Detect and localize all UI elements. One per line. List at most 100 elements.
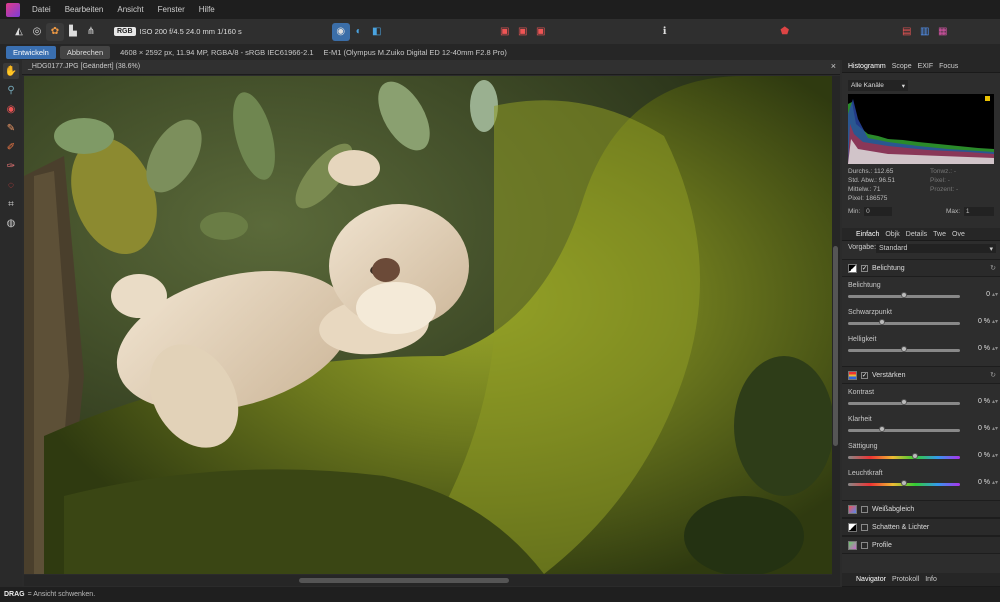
spinner-icon[interactable]: ▴▾ (992, 479, 998, 486)
zoom-tool-icon[interactable]: ⚲ (3, 82, 19, 98)
tab-objektiv[interactable]: Objk (885, 231, 899, 238)
clip-shadows-icon[interactable]: ▣ (496, 23, 514, 41)
slider-track[interactable] (848, 429, 960, 432)
slider-handle[interactable] (878, 319, 885, 325)
stat-label: Mittelw.: (848, 186, 872, 193)
menu-bearbeiten[interactable]: Bearbeiten (65, 5, 104, 14)
gradient-tool-icon[interactable]: ◌ (3, 177, 19, 193)
enhance-slider-row: Klarheit 0 % ▴▾ (842, 413, 1000, 440)
tab-navigator[interactable]: Navigator (856, 576, 886, 583)
crop-tool-icon[interactable]: ⌗ (3, 196, 19, 212)
info-icon[interactable]: ℹ (656, 23, 674, 41)
vertical-scroll-thumb[interactable] (833, 246, 838, 446)
vertical-scrollbar[interactable] (832, 76, 840, 575)
enhance-section-title: Verstärken (872, 371, 906, 379)
slider-value[interactable]: 0 % (966, 425, 990, 432)
view-mirror-icon[interactable]: ◧ (368, 23, 386, 41)
slider-value[interactable]: 0 (966, 291, 990, 298)
red-eye-tool-icon[interactable]: ◉ (3, 101, 19, 117)
channel-select[interactable]: Alle Kanäle ▾ (848, 80, 908, 91)
stat-value: 71 (873, 186, 881, 193)
min-input[interactable]: 0 (864, 207, 893, 216)
document-tab[interactable]: _HDG0177.JPG [Geändert] (38.6%) × (22, 60, 840, 75)
tab-histogram[interactable]: Histogramm (848, 63, 886, 70)
tab-details[interactable]: Details (906, 231, 927, 238)
persona-liquify-icon[interactable]: ◎ (28, 23, 46, 41)
output-profile-icon[interactable]: ▤ (898, 23, 916, 41)
tab-focus[interactable]: Focus (939, 63, 958, 70)
tab-einfach[interactable]: Einfach (856, 231, 879, 238)
reset-icon[interactable]: ↻ (990, 264, 996, 272)
clip-highlights-icon[interactable]: ▣ (532, 23, 550, 41)
slider-value[interactable]: 0 % (966, 452, 990, 459)
hand-tool-icon[interactable]: ✋ (3, 63, 19, 79)
slider-handle[interactable] (901, 292, 907, 298)
persona-tonemap-icon[interactable]: ▙ (64, 23, 82, 41)
shadows-highlights-checkbox[interactable] (861, 523, 868, 531)
cancel-button[interactable]: Abbrechen (59, 45, 111, 59)
blemish-tool-icon[interactable]: ✎ (3, 120, 19, 136)
white-balance-checkbox[interactable] (861, 505, 868, 513)
shadows-highlights-section-header[interactable]: Schatten & Lichter (842, 518, 1000, 536)
tab-tonwert[interactable]: Twe (933, 231, 946, 238)
slider-track[interactable] (848, 322, 960, 325)
channels-icon[interactable]: ▥ (916, 23, 934, 41)
view-single-icon[interactable]: ◉ (331, 22, 350, 41)
color-icon[interactable]: ▦ (934, 23, 952, 41)
assistant-icon[interactable]: ⬟ (776, 23, 794, 41)
slider-track[interactable] (848, 456, 960, 459)
tab-scope[interactable]: Scope (892, 63, 912, 70)
reset-icon[interactable]: ↻ (990, 371, 996, 379)
photo-canvas[interactable] (24, 76, 832, 574)
chevron-down-icon: ▾ (901, 83, 905, 90)
persona-develop-icon[interactable]: ✿ (46, 22, 64, 41)
tab-protokoll[interactable]: Protokoll (892, 576, 919, 583)
spinner-icon[interactable]: ▴▾ (992, 452, 998, 459)
slider-handle[interactable] (901, 480, 907, 486)
enhance-checkbox[interactable]: ✓ (861, 371, 868, 379)
spinner-icon[interactable]: ▴▾ (992, 318, 998, 325)
slider-handle[interactable] (878, 426, 885, 432)
persona-photo-icon[interactable]: ◭ (10, 23, 28, 41)
max-input[interactable]: 1 (963, 207, 994, 216)
toolbar: ◭ ◎ ✿ ▙ ⋔ RGB ISO 200 f/4.5 24.0 mm 1/16… (0, 19, 1000, 44)
white-balance-section-header[interactable]: Weißabgleich (842, 500, 1000, 518)
menu-datei[interactable]: Datei (32, 5, 51, 14)
exposure-checkbox[interactable]: ✓ (861, 264, 868, 272)
slider-value[interactable]: 0 % (966, 398, 990, 405)
menu-ansicht[interactable]: Ansicht (117, 5, 143, 14)
enhance-section-header[interactable]: ✓ Verstärken ↻ (842, 366, 1000, 384)
slider-value[interactable]: 0 % (966, 479, 990, 486)
develop-button[interactable]: Entwickeln (6, 45, 56, 59)
status-text: = Ansicht schwenken. (27, 591, 96, 598)
brush-tool-icon[interactable]: ✐ (3, 139, 19, 155)
exposure-section-header[interactable]: ✓ Belichtung ↻ (842, 259, 1000, 277)
image-info: 4608 × 2592 px, 11.94 MP, RGBA/8 - sRGB … (120, 47, 314, 57)
spinner-icon[interactable]: ▴▾ (992, 345, 998, 352)
profile-section-header[interactable]: Profile (842, 536, 1000, 554)
view-split-icon[interactable]: ◐ (350, 23, 368, 41)
close-document-icon[interactable]: × (831, 61, 836, 71)
persona-export-icon[interactable]: ⋔ (82, 23, 100, 41)
slider-handle[interactable] (901, 399, 907, 405)
white-balance-picker-icon[interactable]: ◍ (3, 215, 19, 231)
slider-value[interactable]: 0 % (966, 318, 990, 325)
spinner-icon[interactable]: ▴▾ (992, 398, 998, 405)
horizontal-scroll-thumb[interactable] (299, 578, 509, 583)
profile-checkbox[interactable] (861, 541, 868, 549)
erase-brush-icon[interactable]: ✑ (3, 158, 19, 174)
tab-overlay[interactable]: Ove (952, 231, 965, 238)
tab-exif[interactable]: EXIF (918, 63, 934, 70)
horizontal-scrollbar[interactable] (24, 575, 840, 586)
tab-info[interactable]: Info (925, 576, 937, 583)
context-bar: Entwickeln Abbrechen 4608 × 2592 px, 11.… (0, 44, 1000, 60)
slider-value[interactable]: 0 % (966, 345, 990, 352)
menu-fenster[interactable]: Fenster (158, 5, 185, 14)
slider-handle[interactable] (901, 346, 907, 352)
spinner-icon[interactable]: ▴▾ (992, 425, 998, 432)
spinner-icon[interactable]: ▴▾ (992, 291, 998, 298)
menu-hilfe[interactable]: Hilfe (199, 5, 215, 14)
menu-bar: Datei Bearbeiten Ansicht Fenster Hilfe (0, 0, 1000, 19)
preset-select[interactable]: Standard ▾ (876, 244, 996, 253)
clip-midtones-icon[interactable]: ▣ (514, 23, 532, 41)
